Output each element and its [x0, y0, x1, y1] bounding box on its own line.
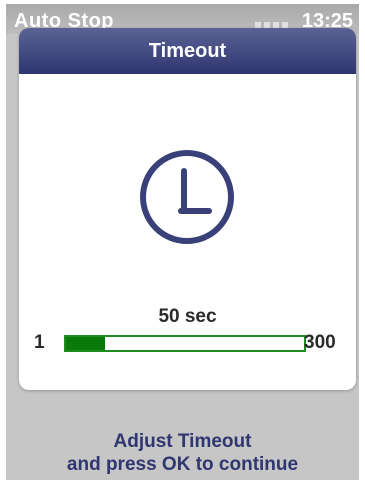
timeout-dialog: Timeout 50 sec 1 300 [19, 28, 356, 390]
timeout-slider[interactable] [64, 335, 306, 352]
slider-fill [66, 337, 105, 350]
slider-min-label: 1 [34, 332, 45, 353]
instruction-line-2: and press OK to continue [66, 454, 299, 475]
clock-icon [140, 150, 234, 244]
instruction-line-1: Adjust Timeout [113, 431, 252, 452]
dialog-title: Timeout [19, 28, 356, 74]
timeout-value: 50 sec [158, 306, 217, 327]
device-screen: Auto Stop 13:25 Timeout 50 sec 1 300 Adj… [6, 4, 359, 480]
slider-max-label: 300 [304, 332, 336, 353]
instructions: Adjust Timeout and press OK to continue [6, 430, 359, 476]
